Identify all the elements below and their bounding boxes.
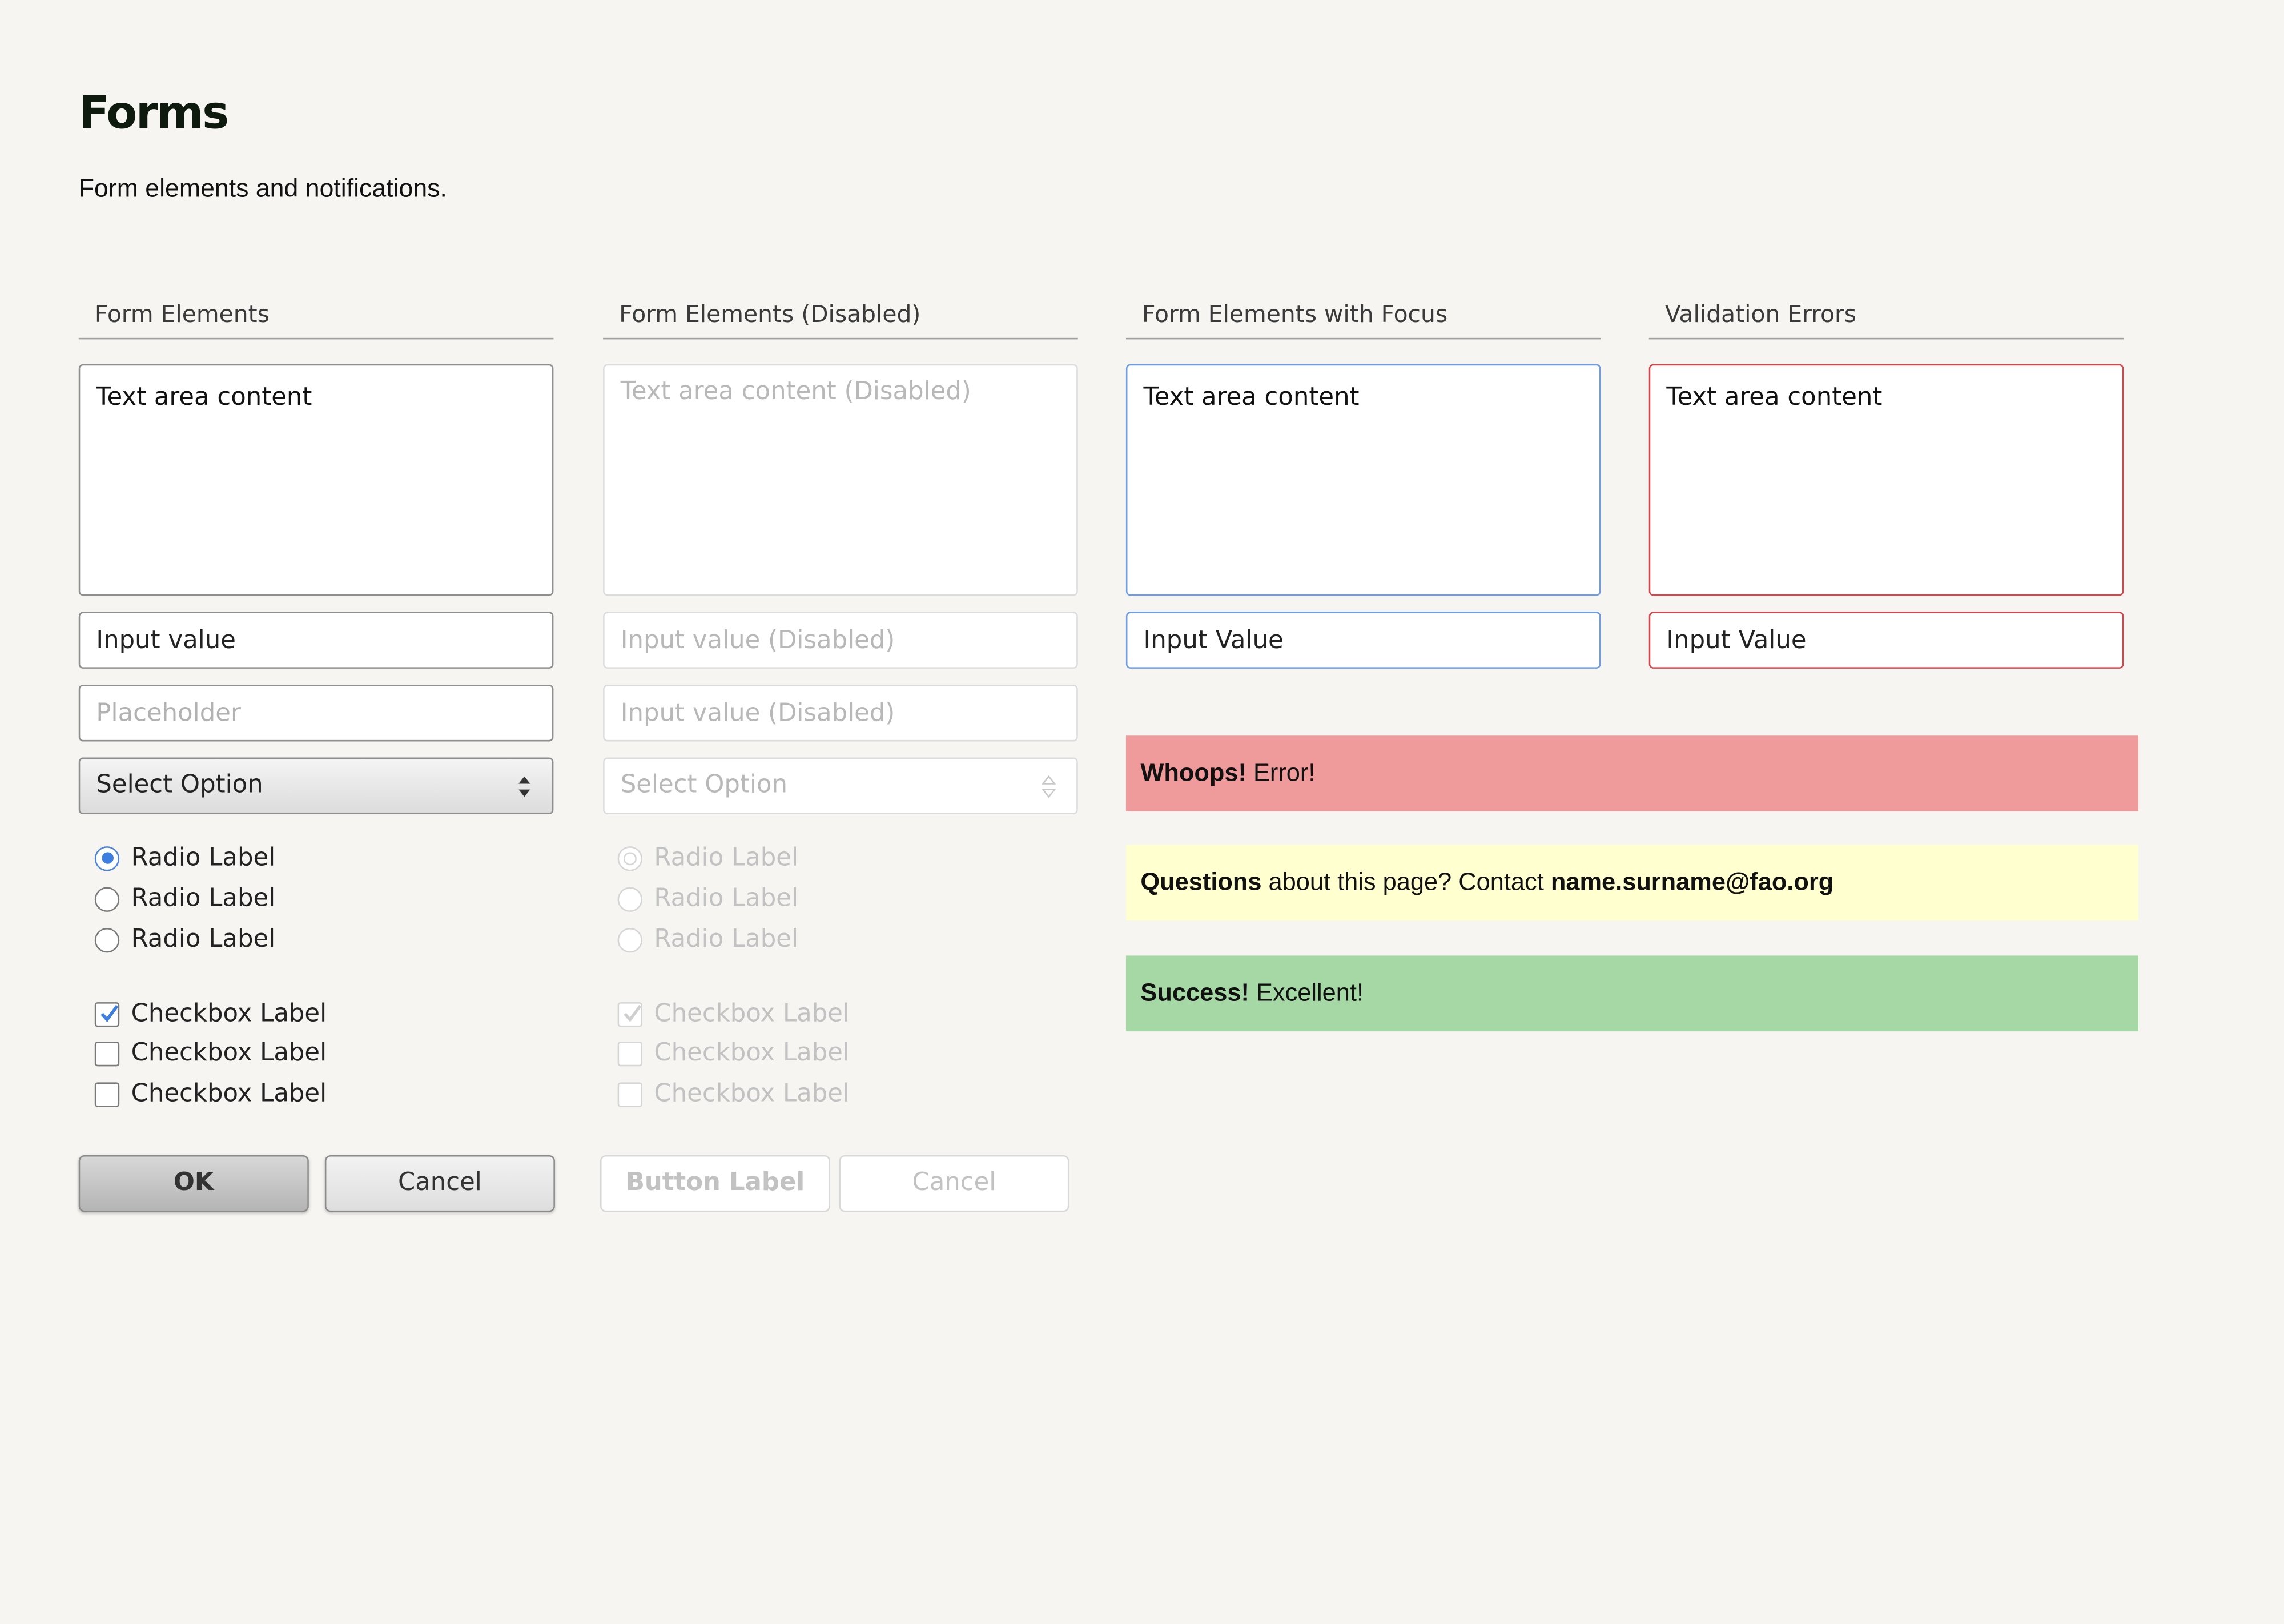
checkbox-label: Checkbox Label — [131, 1079, 327, 1109]
updown-arrows-icon — [518, 776, 530, 797]
radio-label: Radio Label — [654, 843, 799, 873]
radio-option[interactable]: Radio Label — [94, 842, 276, 874]
notification-strong: Questions — [1140, 868, 1262, 896]
radio-label: Radio Label — [654, 884, 799, 914]
checkbox-option[interactable]: Checkbox Label — [94, 1037, 327, 1069]
ok-button[interactable]: OK — [78, 1155, 309, 1212]
page-title: Forms — [78, 87, 229, 140]
select-dropdown[interactable]: Select Option — [78, 757, 554, 815]
radio-unchecked-icon[interactable] — [94, 886, 120, 911]
disabled-button: Button Label — [600, 1155, 831, 1212]
page-subtitle: Form elements and notifications. — [78, 173, 447, 203]
notification-strong: Success! — [1140, 979, 1249, 1007]
disabled-select-dropdown: Select Option — [603, 757, 1078, 815]
column-heading-form-elements: Form Elements — [78, 300, 554, 340]
radio-label: Radio Label — [131, 884, 276, 914]
disabled-textarea — [603, 364, 1078, 596]
error-textarea[interactable]: Text area content — [1648, 364, 2124, 596]
notification-text: about this page? Contact — [1268, 868, 1544, 896]
disabled-input — [603, 684, 1078, 742]
select-value: Select Option — [620, 770, 788, 800]
disabled-checkbox-option: Checkbox Label — [617, 998, 850, 1030]
text-input[interactable] — [78, 612, 554, 669]
radio-option[interactable]: Radio Label — [94, 883, 276, 915]
radio-checked-icon — [617, 845, 642, 871]
radio-label: Radio Label — [654, 924, 799, 954]
cancel-button[interactable]: Cancel — [324, 1155, 555, 1212]
checkbox-option[interactable]: Checkbox Label — [94, 1078, 327, 1110]
error-notification: Whoops! Error! — [1125, 735, 2138, 811]
radio-label: Radio Label — [131, 843, 276, 873]
checkbox-label: Checkbox Label — [131, 1038, 327, 1068]
checkbox-option[interactable]: Checkbox Label — [94, 998, 327, 1030]
select-value: Select Option — [96, 770, 263, 800]
radio-checked-icon[interactable] — [94, 845, 120, 871]
checkbox-unchecked-icon[interactable] — [94, 1040, 120, 1066]
disabled-input-placeholder — [603, 612, 1078, 669]
placeholder-input[interactable] — [78, 684, 554, 742]
column-heading-validation: Validation Errors — [1648, 300, 2124, 340]
checkbox-unchecked-icon — [617, 1082, 642, 1107]
column-heading-disabled: Form Elements (Disabled) — [603, 300, 1078, 340]
focused-input[interactable] — [1125, 612, 1601, 669]
disabled-checkbox-option: Checkbox Label — [617, 1037, 850, 1069]
error-input[interactable] — [1648, 612, 2124, 669]
radio-option[interactable]: Radio Label — [94, 923, 276, 955]
checkbox-checked-icon[interactable] — [94, 1001, 120, 1027]
textarea[interactable]: Text area content — [78, 364, 554, 596]
focused-textarea[interactable]: Text area content — [1125, 364, 1601, 596]
notification-text: Error! — [1253, 759, 1316, 787]
checkbox-unchecked-icon — [617, 1040, 642, 1066]
checkbox-label: Checkbox Label — [654, 999, 850, 1029]
checkbox-label: Checkbox Label — [654, 1079, 850, 1109]
disabled-radio-option: Radio Label — [617, 923, 799, 955]
column-heading-focus: Form Elements with Focus — [1125, 300, 1601, 340]
disabled-checkbox-option: Checkbox Label — [617, 1078, 850, 1110]
checkbox-label: Checkbox Label — [131, 999, 327, 1029]
radio-unchecked-icon — [617, 927, 642, 952]
info-notification: Questions about this page? Contact name.… — [1125, 845, 2138, 921]
radio-unchecked-icon[interactable] — [94, 927, 120, 952]
disabled-radio-option: Radio Label — [617, 842, 799, 874]
updown-arrows-icon — [1041, 775, 1056, 798]
radio-unchecked-icon — [617, 886, 642, 911]
radio-label: Radio Label — [131, 924, 276, 954]
contact-email: name.surname@fao.org — [1550, 868, 1834, 896]
checkbox-label: Checkbox Label — [654, 1038, 850, 1068]
notification-text: Excellent! — [1256, 979, 1364, 1007]
success-notification: Success! Excellent! — [1125, 955, 2138, 1032]
notification-strong: Whoops! — [1140, 759, 1246, 787]
checkbox-checked-icon — [617, 1001, 642, 1027]
disabled-radio-option: Radio Label — [617, 883, 799, 915]
disabled-cancel-button: Cancel — [839, 1155, 1069, 1212]
checkbox-unchecked-icon[interactable] — [94, 1082, 120, 1107]
